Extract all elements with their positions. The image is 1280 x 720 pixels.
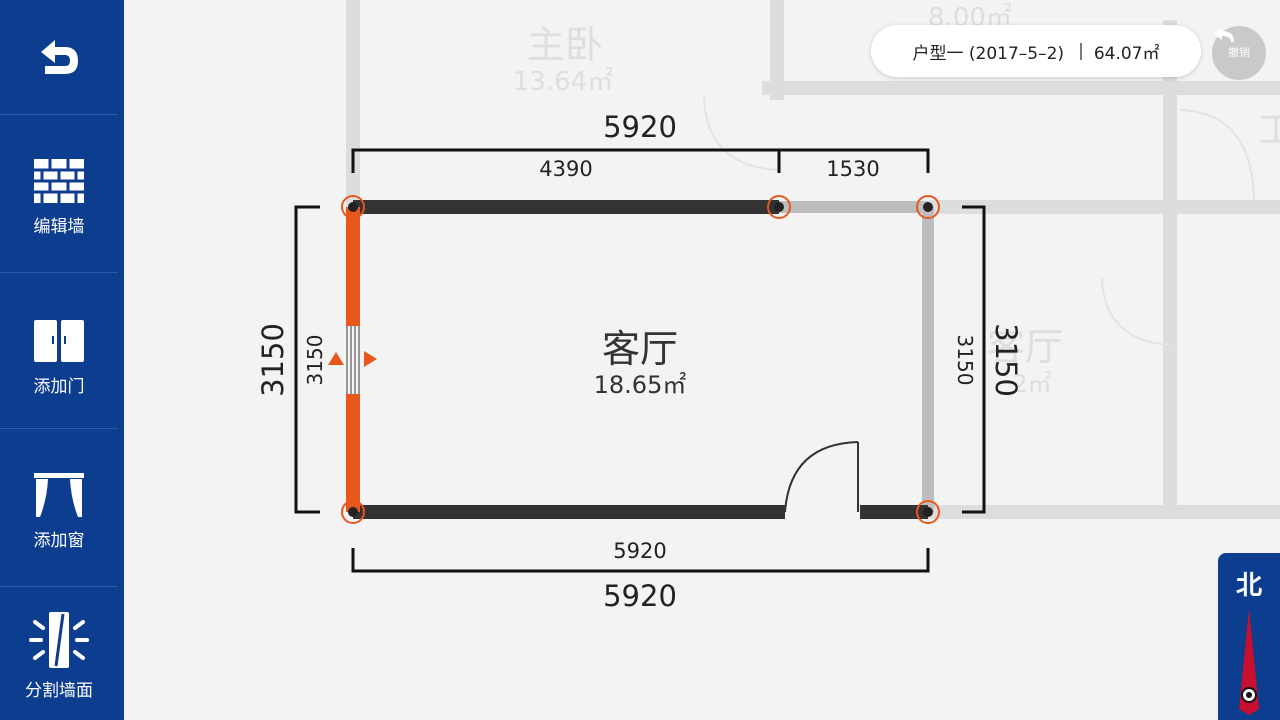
move-right-arrow-icon[interactable] <box>364 351 377 367</box>
sidebar-divider <box>0 586 118 587</box>
back-arrow-icon <box>41 40 78 74</box>
compass[interactable]: 北 <box>1218 553 1280 720</box>
plan-name: 户型一 (2017–5–2) <box>912 43 1065 64</box>
add-door-button[interactable]: 添加门 <box>0 316 118 397</box>
room-area: 18.65㎡ <box>594 371 687 399</box>
edit-wall-label: 编辑墙 <box>33 217 85 237</box>
dim-right-inner: 3150 <box>953 335 977 386</box>
dim-top-right: 1530 <box>826 157 879 181</box>
compass-needle-icon <box>1239 609 1259 715</box>
pill-divider: | <box>1078 41 1084 61</box>
add-window-label: 添加窗 <box>33 531 85 551</box>
undo-arrow-icon <box>1214 27 1234 42</box>
brick-wall-icon <box>34 159 84 203</box>
window-symbol[interactable] <box>346 326 360 394</box>
sidebar-divider <box>0 114 118 115</box>
window-curtain-icon <box>34 473 84 517</box>
add-window-button[interactable]: 添加窗 <box>0 470 118 551</box>
split-wall-button[interactable]: 分割墙面 <box>0 610 118 701</box>
dim-bottom-total: 5920 <box>603 579 677 613</box>
sidebar: 编辑墙 添加门 添加窗 分割墙面 <box>0 0 124 720</box>
back-button[interactable] <box>0 0 118 114</box>
split-wall-icon <box>29 612 89 668</box>
dim-right-outer: 3150 <box>989 323 1023 397</box>
compass-north-label: 北 <box>1235 571 1262 601</box>
dim-bottom-inner: 5920 <box>613 539 666 563</box>
undo-button[interactable]: 撤销 <box>1212 26 1266 80</box>
bg-room-area-master: 13.64㎡ <box>513 67 613 97</box>
move-left-arrow-icon[interactable] <box>328 352 344 365</box>
sidebar-divider <box>0 428 118 429</box>
plan-area: 64.07㎡ <box>1093 43 1160 64</box>
undo-label: 撤销 <box>1228 46 1250 59</box>
dim-top-left: 4390 <box>539 157 592 181</box>
floorplan-canvas[interactable]: 主卧 13.64㎡ 8.00㎡ 客厅 2㎡ 工 5920 4390 1530 5… <box>124 0 1280 720</box>
door-icon <box>34 320 84 362</box>
bg-room-fragment: 工 <box>1258 110 1280 151</box>
split-wall-label: 分割墙面 <box>25 681 93 701</box>
bg-room-name-master: 主卧 <box>527 23 603 67</box>
room-name: 客厅 <box>602 327 678 371</box>
door-symbol[interactable] <box>784 441 859 513</box>
sidebar-divider <box>0 272 118 273</box>
plan-info-pill[interactable]: 户型一 (2017–5–2) | 64.07㎡ <box>871 25 1201 77</box>
floorplan-svg: 主卧 13.64㎡ 8.00㎡ 客厅 2㎡ 工 5920 4390 1530 5… <box>256 0 1280 613</box>
dim-top-total: 5920 <box>603 110 677 144</box>
add-door-label: 添加门 <box>33 377 85 397</box>
edit-wall-button[interactable]: 编辑墙 <box>0 156 118 237</box>
dim-left-inner: 3150 <box>303 335 327 386</box>
dim-left-outer: 3150 <box>256 323 290 397</box>
